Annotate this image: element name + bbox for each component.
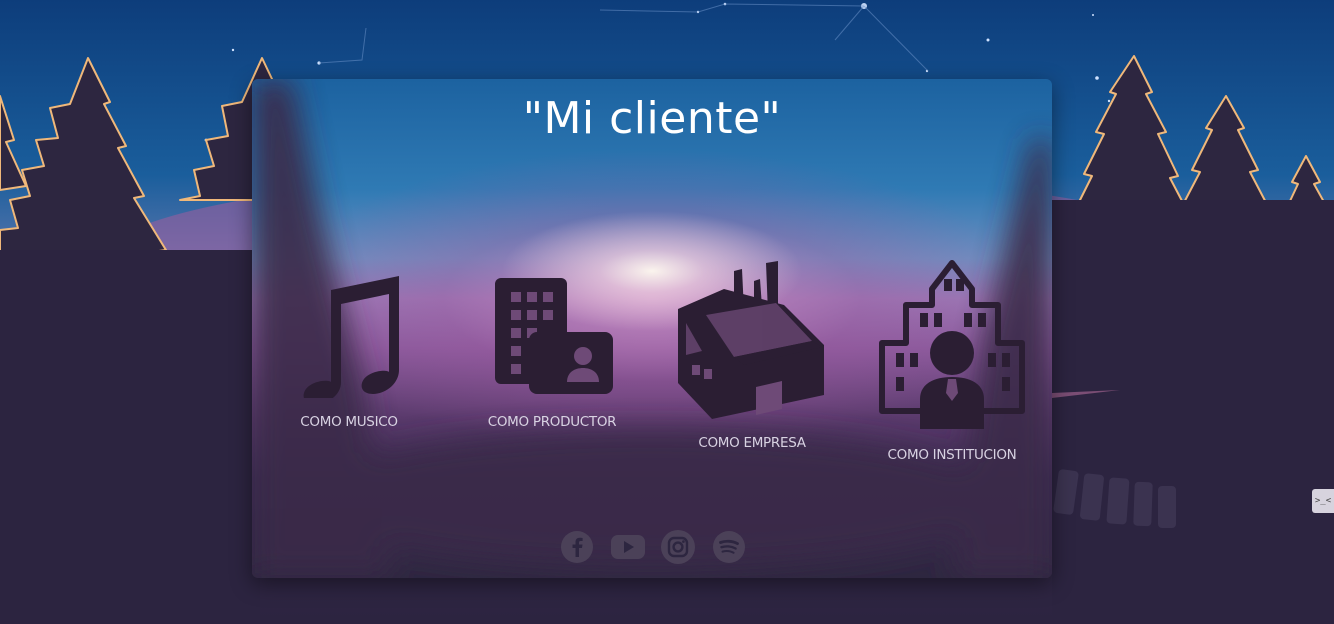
spotify-link[interactable]	[712, 530, 746, 564]
institution-icon	[879, 260, 1025, 429]
option-label: COMO PRODUCTOR	[487, 414, 617, 430]
instagram-icon	[661, 530, 696, 564]
option-como-musico[interactable]: COMO MUSICO	[284, 264, 414, 430]
option-como-productor[interactable]: COMO PRODUCTOR	[482, 276, 622, 430]
option-label: COMO EMPRESA	[698, 435, 806, 451]
factory-icon	[678, 261, 824, 419]
client-type-card: "Mi cliente" COMO MUSICO COMO PRODUCTOR	[252, 79, 1052, 578]
social-links	[560, 529, 746, 565]
youtube-icon	[610, 535, 645, 559]
instagram-link[interactable]	[661, 530, 696, 564]
youtube-link[interactable]	[610, 530, 645, 564]
building-contact-icon	[495, 278, 613, 394]
option-label: COMO INSTITUCION	[887, 447, 1017, 463]
facebook-link[interactable]	[560, 530, 594, 564]
spotify-icon	[712, 531, 745, 563]
option-label: COMO MUSICO	[300, 414, 398, 430]
page-title: "Mi cliente"	[522, 93, 782, 144]
side-tab-toggle[interactable]: >_<	[1312, 489, 1334, 513]
option-como-institucion[interactable]: COMO INSTITUCION	[872, 259, 1032, 463]
music-note-icon	[303, 276, 399, 398]
option-como-empresa[interactable]: COMO EMPRESA	[672, 259, 832, 451]
facebook-icon	[561, 531, 593, 563]
